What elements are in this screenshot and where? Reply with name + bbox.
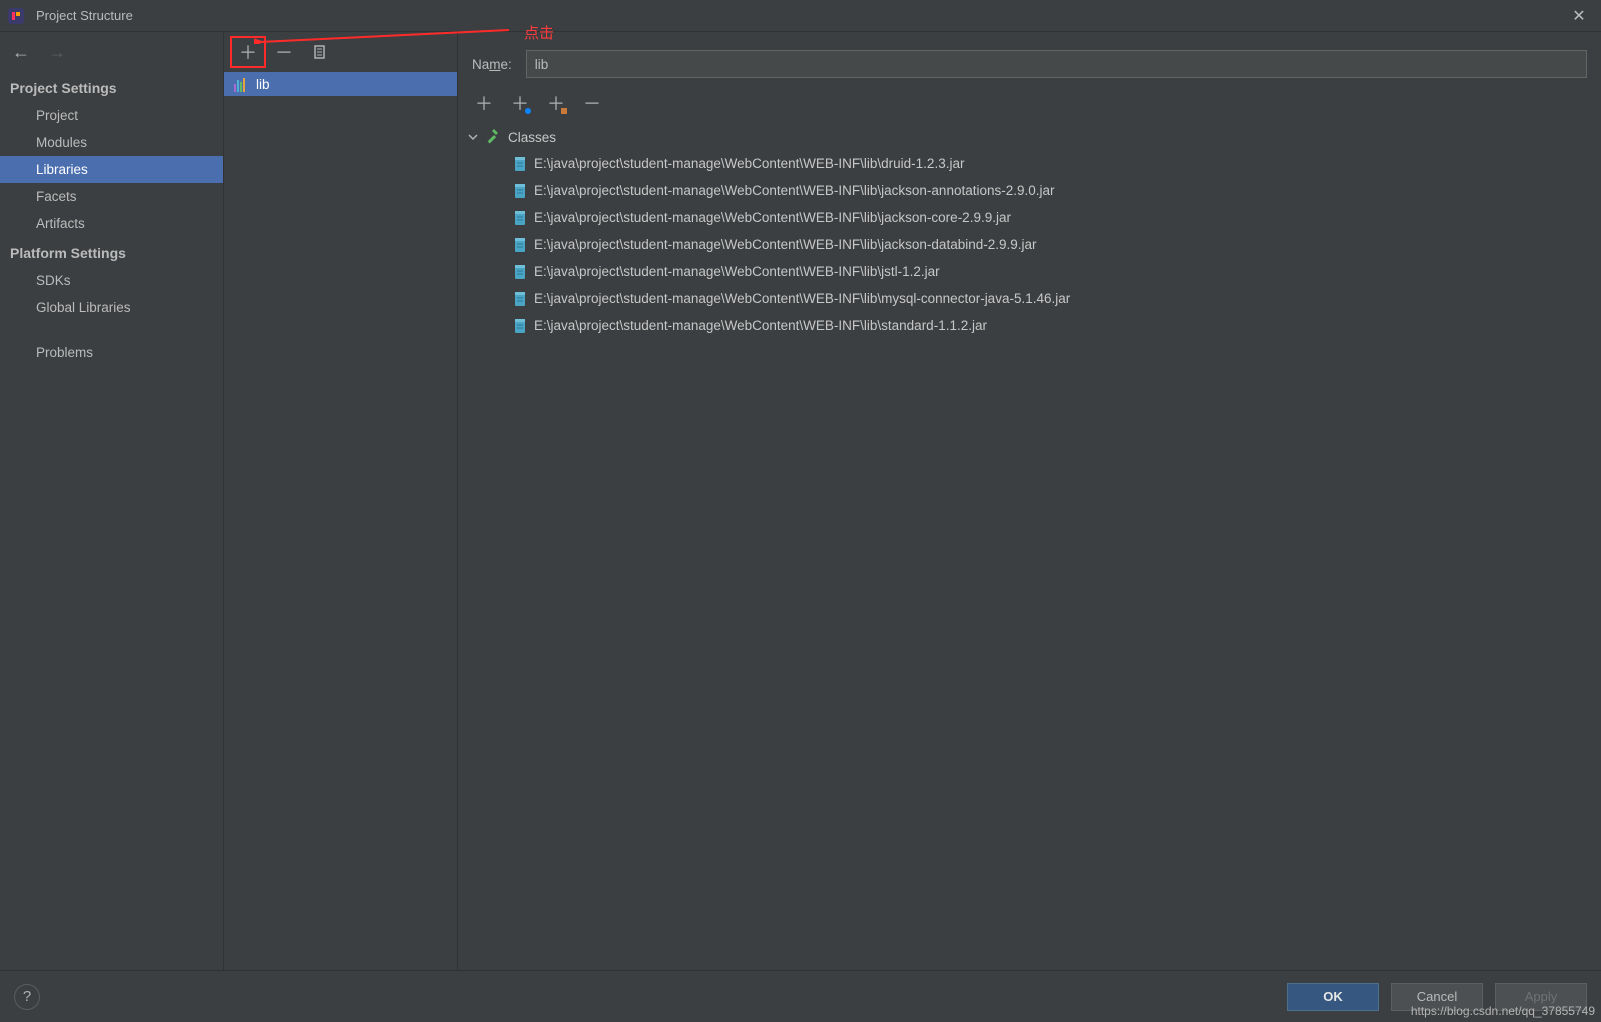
sidebar-item-modules[interactable]: Modules (0, 129, 223, 156)
name-label: Name: (472, 57, 512, 72)
jar-icon (514, 210, 526, 226)
library-list-panel: ＋ － lib (224, 32, 458, 970)
jar-path: E:\java\project\student-manage\WebConten… (534, 210, 1011, 225)
section-project-settings: Project Settings (0, 72, 223, 102)
back-icon[interactable]: ← (12, 42, 30, 63)
sidebar: ← → Project Settings Project Modules Lib… (0, 32, 224, 970)
sidebar-item-global-libraries[interactable]: Global Libraries (0, 294, 223, 321)
help-icon[interactable]: ? (14, 984, 40, 1010)
titlebar: Project Structure ✕ (0, 0, 1601, 32)
library-name-input[interactable] (526, 50, 1587, 78)
ok-button[interactable]: OK (1287, 983, 1379, 1011)
sidebar-item-project[interactable]: Project (0, 102, 223, 129)
jar-path: E:\java\project\student-manage\WebConten… (534, 156, 964, 171)
library-icon (234, 76, 250, 92)
jar-icon (514, 291, 526, 307)
jar-file-row[interactable]: E:\java\project\student-manage\WebConten… (514, 204, 1593, 231)
library-item-label: lib (256, 77, 270, 92)
add-url-button[interactable]: ＋ (502, 87, 538, 119)
jar-file-row[interactable]: E:\java\project\student-manage\WebConten… (514, 285, 1593, 312)
sidebar-item-libraries[interactable]: Libraries (0, 156, 223, 183)
jar-file-row[interactable]: E:\java\project\student-manage\WebConten… (514, 150, 1593, 177)
jar-path: E:\java\project\student-manage\WebConten… (534, 183, 1055, 198)
library-list: lib (224, 72, 457, 970)
window-title: Project Structure (36, 8, 133, 23)
sidebar-item-problems[interactable]: Problems (0, 339, 223, 366)
jar-icon (514, 264, 526, 280)
add-library-button[interactable]: ＋ (230, 36, 266, 68)
classes-label: Classes (508, 130, 556, 145)
close-icon[interactable]: ✕ (1565, 2, 1593, 30)
jar-path: E:\java\project\student-manage\WebConten… (534, 237, 1037, 252)
jar-path: E:\java\project\student-manage\WebConten… (534, 318, 987, 333)
classes-root[interactable]: Classes (466, 124, 1593, 150)
footer: ? OK Cancel Apply https://blog.csdn.net/… (0, 970, 1601, 1022)
jar-path: E:\java\project\student-manage\WebConten… (534, 291, 1070, 306)
nav-arrows: ← → (0, 32, 223, 72)
detail-panel: Name: ＋ ＋ ＋ － Classes E:\java\project\st… (458, 32, 1601, 970)
add-item-button[interactable]: ＋ (466, 87, 502, 119)
jar-icon (514, 237, 526, 253)
jar-icon (514, 183, 526, 199)
jar-icon (514, 156, 526, 172)
detail-toolbar: ＋ ＋ ＋ － (458, 86, 1601, 120)
library-item-lib[interactable]: lib (224, 72, 457, 96)
content: ← → Project Settings Project Modules Lib… (0, 32, 1601, 970)
jar-file-row[interactable]: E:\java\project\student-manage\WebConten… (514, 177, 1593, 204)
forward-icon: → (48, 42, 66, 63)
jar-file-row[interactable]: E:\java\project\student-manage\WebConten… (514, 258, 1593, 285)
sidebar-item-artifacts[interactable]: Artifacts (0, 210, 223, 237)
cancel-button[interactable]: Cancel (1391, 983, 1483, 1011)
sidebar-item-sdks[interactable]: SDKs (0, 267, 223, 294)
chevron-down-icon[interactable] (466, 132, 480, 142)
jar-path: E:\java\project\student-manage\WebConten… (534, 264, 940, 279)
jar-file-row[interactable]: E:\java\project\student-manage\WebConten… (514, 231, 1593, 258)
jar-icon (514, 318, 526, 334)
copy-library-button[interactable] (302, 36, 338, 68)
add-excluded-button[interactable]: ＋ (538, 87, 574, 119)
jar-file-row[interactable]: E:\java\project\student-manage\WebConten… (514, 312, 1593, 339)
remove-item-button[interactable]: － (574, 87, 610, 119)
remove-library-button[interactable]: － (266, 36, 302, 68)
hammer-icon (486, 129, 502, 145)
name-row: Name: (458, 32, 1601, 86)
classes-children: E:\java\project\student-manage\WebConten… (466, 150, 1593, 339)
sidebar-item-facets[interactable]: Facets (0, 183, 223, 210)
section-platform-settings: Platform Settings (0, 237, 223, 267)
app-icon (8, 8, 24, 24)
classes-tree: Classes E:\java\project\student-manage\W… (458, 120, 1601, 343)
apply-button: Apply (1495, 983, 1587, 1011)
library-toolbar: ＋ － (224, 32, 457, 72)
